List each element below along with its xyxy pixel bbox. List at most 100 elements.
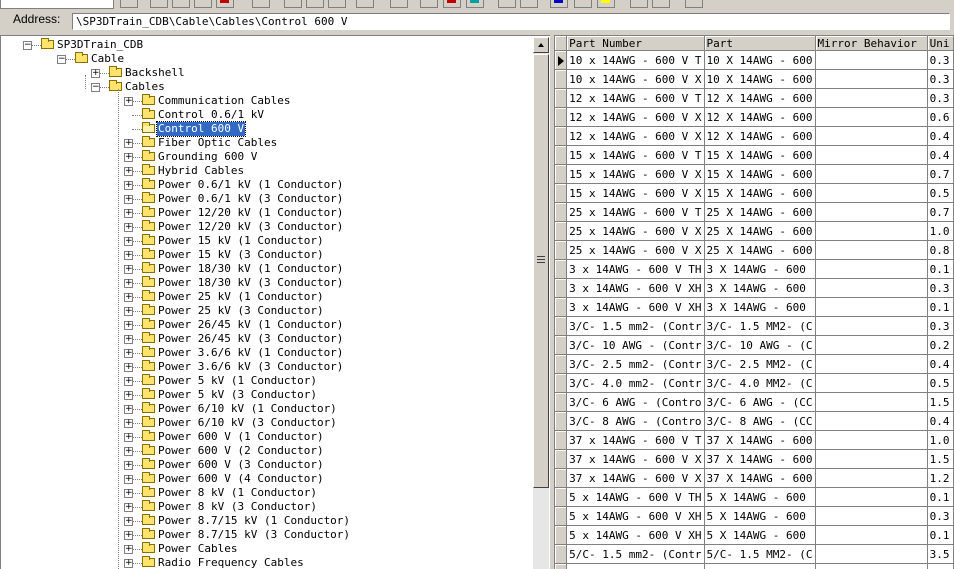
- table-cell[interactable]: 5/C- 1.5 MM2- (C: [704, 544, 816, 564]
- table-cell[interactable]: 37 X 14AWG - 600: [704, 430, 816, 450]
- table-cell[interactable]: 37 x 14AWG - 600 V X: [566, 449, 705, 469]
- table-cell[interactable]: [815, 50, 928, 70]
- tree-scrollbar[interactable]: [533, 37, 549, 569]
- table-row[interactable]: 5/C- 10 AWG - (Contr5/C- 10 AWG - (C 0.4: [555, 563, 954, 569]
- table-row[interactable]: 37 x 14AWG - 600 V T 37 X 14AWG - 600 1.0: [555, 430, 954, 450]
- table-cell[interactable]: 0.3: [927, 69, 954, 89]
- table-row[interactable]: 10 x 14AWG - 600 V T 10 X 14AWG - 600 0.3: [555, 50, 954, 70]
- tree-node-root[interactable]: − SP3DTrain_CDB: [1, 38, 531, 52]
- table-cell[interactable]: 5 X 14AWG - 600: [704, 525, 816, 545]
- table-cell[interactable]: 0.5: [927, 183, 954, 203]
- table-cell[interactable]: 0.2: [927, 335, 954, 355]
- tree-item-33[interactable]: + Radio Frequency Cables: [1, 556, 531, 569]
- table-cell[interactable]: 3/C- 8 AWG - (CC: [704, 411, 816, 431]
- back-icon[interactable]: [550, 0, 568, 8]
- splitter-grip-icon[interactable]: [537, 256, 545, 265]
- table-cell[interactable]: 10 x 14AWG - 600 V T: [566, 50, 705, 70]
- row-selector[interactable]: [555, 297, 568, 317]
- tree-item-23[interactable]: + Power 6/10 kV (3 Conductor): [1, 416, 531, 430]
- row-selector[interactable]: [555, 202, 568, 222]
- table-cell[interactable]: 1.5: [927, 392, 954, 412]
- refresh-icon[interactable]: [328, 0, 346, 8]
- row-selector[interactable]: [555, 335, 568, 355]
- table-cell[interactable]: [815, 430, 928, 450]
- table-cell[interactable]: 25 X 14AWG - 600: [704, 221, 816, 241]
- table-cell[interactable]: 15 x 14AWG - 600 V X: [566, 183, 705, 203]
- table-cell[interactable]: 0.5: [927, 373, 954, 393]
- table-row[interactable]: 37 x 14AWG - 600 V X 37 X 14AWG - 600 1.2: [555, 468, 954, 488]
- tree-item-9[interactable]: + Power 12/20 kV (3 Conductor): [1, 220, 531, 234]
- table-cell[interactable]: [815, 88, 928, 108]
- view-combo[interactable]: [0, 0, 114, 9]
- table-cell[interactable]: 3/C- 4.0 MM2- (C: [704, 373, 816, 393]
- table-cell[interactable]: [815, 335, 928, 355]
- table-cell[interactable]: 5 X 14AWG - 600: [704, 506, 816, 526]
- table-cell[interactable]: [815, 278, 928, 298]
- table-row[interactable]: 25 x 14AWG - 600 V X 25 X 14AWG - 600 1.0: [555, 221, 954, 241]
- paste-icon[interactable]: [194, 0, 212, 8]
- tree-item-32[interactable]: + Power Cables: [1, 542, 531, 556]
- table-cell[interactable]: 0.1: [927, 487, 954, 507]
- row-selector[interactable]: [555, 107, 568, 127]
- table-cell[interactable]: 3/C- 1.5 mm2- (Contr: [566, 316, 705, 336]
- table-row[interactable]: 3 x 14AWG - 600 V XH 3 X 14AWG - 600 0.1: [555, 297, 954, 317]
- row-selector[interactable]: [555, 430, 568, 450]
- table-cell[interactable]: 10 X 14AWG - 600: [704, 69, 816, 89]
- table-cell[interactable]: 25 x 14AWG - 600 V T: [566, 202, 705, 222]
- table-row[interactable]: 3/C- 10 AWG - (Contr 3/C- 10 AWG - (C 0.2: [555, 335, 954, 355]
- table-cell[interactable]: 12 x 14AWG - 600 V X: [566, 126, 705, 146]
- table-row[interactable]: 5/C- 1.5 mm2- (Contr 5/C- 1.5 MM2- (C 3.5: [555, 544, 954, 564]
- table-cell[interactable]: 0.7: [927, 164, 954, 184]
- table-cell[interactable]: 5 x 14AWG - 600 V XH: [566, 525, 705, 545]
- grid-corner[interactable]: [555, 36, 568, 51]
- row-selector[interactable]: [555, 316, 568, 336]
- tree-item-25[interactable]: + Power 600 V (2 Conductor): [1, 444, 531, 458]
- column-header[interactable]: Part: [704, 36, 816, 51]
- tree-item-26[interactable]: + Power 600 V (3 Conductor): [1, 458, 531, 472]
- table-cell[interactable]: 0.8: [927, 240, 954, 260]
- table-row[interactable]: 25 x 14AWG - 600 V X 25 X 14AWG - 600 0.8: [555, 240, 954, 260]
- table-cell[interactable]: 5 X 14AWG - 600: [704, 487, 816, 507]
- table-cell[interactable]: 5 x 14AWG - 600 V TH: [566, 487, 705, 507]
- table-cell[interactable]: 3 X 14AWG - 600: [704, 278, 816, 298]
- row-selector[interactable]: [555, 411, 568, 431]
- tree-item-12[interactable]: + Power 18/30 kV (1 Conductor): [1, 262, 531, 276]
- table-cell[interactable]: [815, 69, 928, 89]
- address-input[interactable]: \SP3DTrain_CDB\Cable\Cables\Control 600 …: [72, 13, 950, 30]
- tree-item-4[interactable]: + Grounding 600 V: [1, 150, 531, 164]
- table-cell[interactable]: 1.0: [927, 221, 954, 241]
- table-cell[interactable]: 3.5: [927, 544, 954, 564]
- table-cell[interactable]: 3 x 14AWG - 600 V TH: [566, 259, 705, 279]
- table-cell[interactable]: [815, 487, 928, 507]
- table-cell[interactable]: 0.4: [927, 354, 954, 374]
- table-row[interactable]: 37 x 14AWG - 600 V X 37 X 14AWG - 600 1.5: [555, 449, 954, 469]
- table-cell[interactable]: 15 X 14AWG - 600: [704, 164, 816, 184]
- delete-icon[interactable]: [216, 0, 234, 8]
- tree-node-cable[interactable]: − Cable: [1, 52, 531, 66]
- save-icon[interactable]: [120, 0, 138, 8]
- table-cell[interactable]: 37 X 14AWG - 600: [704, 468, 816, 488]
- tree-node-cables[interactable]: − Cables: [1, 80, 531, 94]
- table-cell[interactable]: [815, 202, 928, 222]
- table-row[interactable]: 25 x 14AWG - 600 V T 25 X 14AWG - 600 0.7: [555, 202, 954, 222]
- list-view-icon[interactable]: [520, 0, 538, 8]
- row-selector[interactable]: [555, 563, 568, 569]
- tree-item-7[interactable]: + Power 0.6/1 kV (3 Conductor): [1, 192, 531, 206]
- column-header[interactable]: Mirror Behavior: [815, 36, 928, 51]
- table-cell[interactable]: 25 X 14AWG - 600: [704, 240, 816, 260]
- tree-item-5[interactable]: + Hybrid Cables: [1, 164, 531, 178]
- table-cell[interactable]: [815, 297, 928, 317]
- table-cell[interactable]: 0.3: [927, 506, 954, 526]
- table-cell[interactable]: 0.1: [927, 525, 954, 545]
- tree-item-13[interactable]: + Power 18/30 kV (3 Conductor): [1, 276, 531, 290]
- table-cell[interactable]: 0.1: [927, 259, 954, 279]
- tree-item-1[interactable]: Control 0.6/1 kV: [1, 108, 531, 122]
- tree-item-3[interactable]: + Fiber Optic Cables: [1, 136, 531, 150]
- table-cell[interactable]: 12 x 14AWG - 600 V X: [566, 107, 705, 127]
- table-row[interactable]: 3/C- 4.0 mm2- (Contr 3/C- 4.0 MM2- (C 0.5: [555, 373, 954, 393]
- table-cell[interactable]: 1.2: [927, 468, 954, 488]
- table-cell[interactable]: [815, 164, 928, 184]
- tree-item-0[interactable]: + Communication Cables: [1, 94, 531, 108]
- table-cell[interactable]: 37 X 14AWG - 600: [704, 449, 816, 469]
- cut-icon[interactable]: [150, 0, 168, 8]
